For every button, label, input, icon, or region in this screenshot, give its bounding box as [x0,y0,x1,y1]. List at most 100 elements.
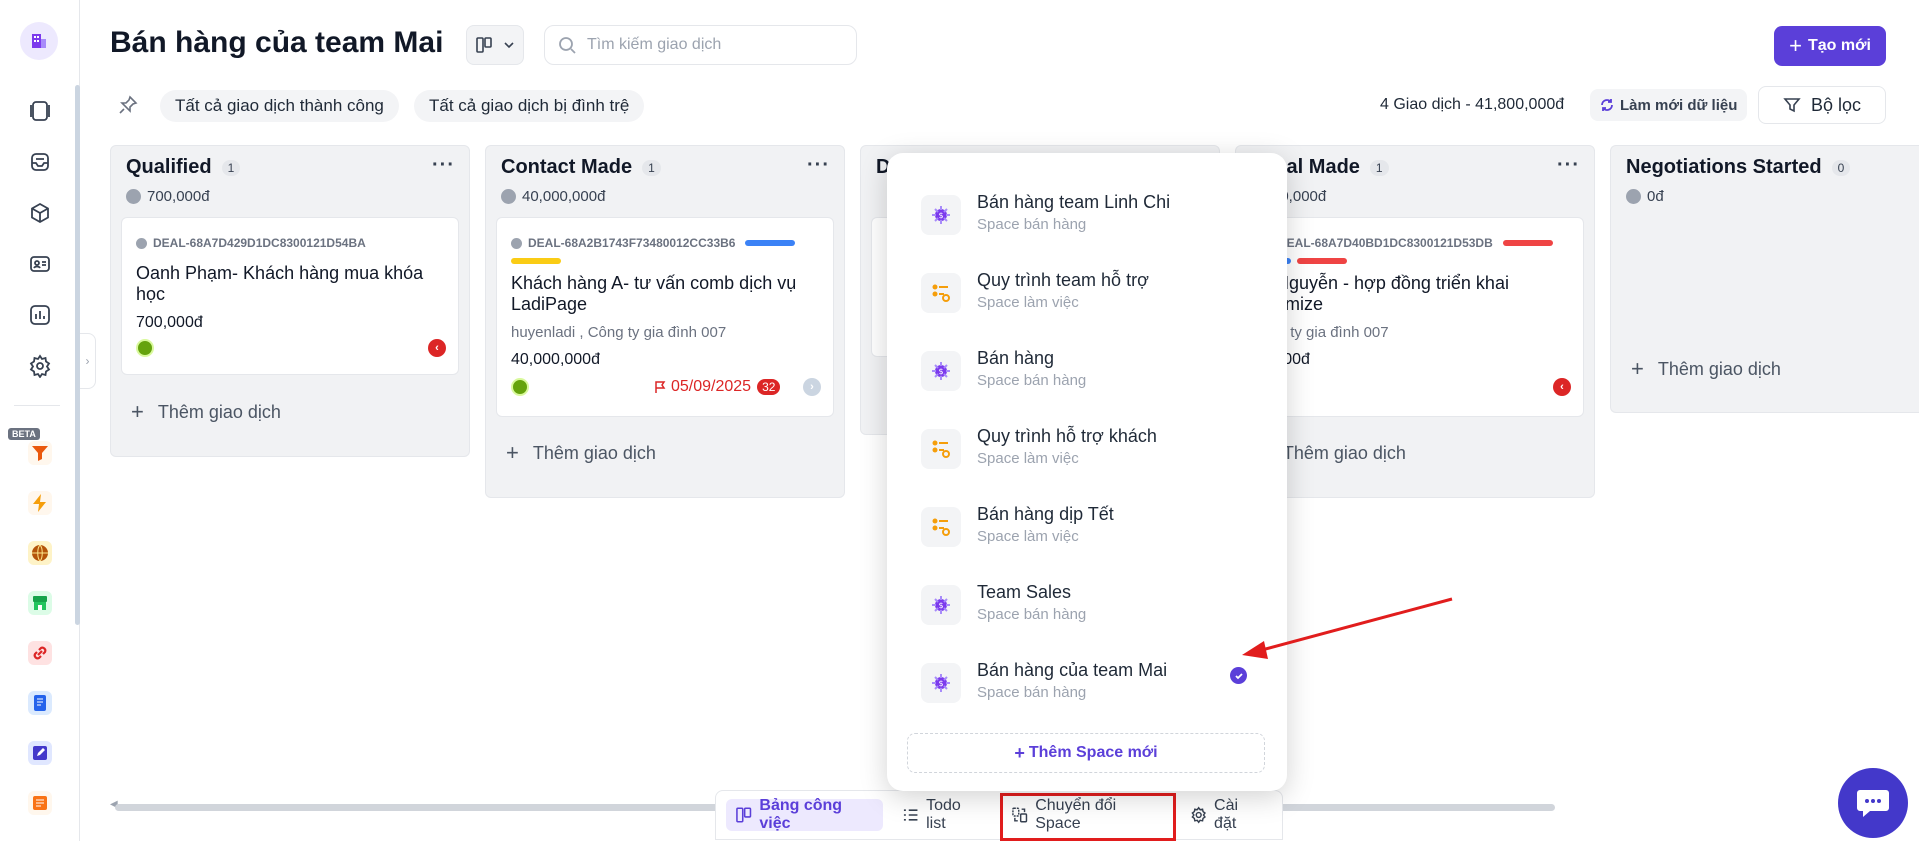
tag-bar [745,240,796,246]
settings-nav-icon[interactable] [24,350,56,382]
deal-card[interactable]: DEAL-68A7D40BD1DC8300121D53DB h Nguyễn -… [1246,217,1584,417]
board-view-button[interactable]: Bảng công việc [726,797,883,832]
column-count: 1 [642,159,661,176]
chat-icon [1857,790,1889,817]
space-item[interactable]: $ Team Sales Space bán hàng [921,578,1261,638]
column-count: 0 [1831,159,1851,176]
link-app-icon[interactable] [28,641,52,665]
contact-card-nav-icon[interactable] [24,248,56,280]
globe-app-icon[interactable] [28,541,52,565]
column-more-icon[interactable]: ··· [432,154,455,177]
edit-form-app-icon[interactable] [28,741,52,765]
add-deal-label: Thêm giao dịch [1657,358,1781,379]
due-date: 05/09/2025 32 [653,378,781,396]
deal-title: Khách hàng A- tư vấn comb dịch vụ LadiPa… [511,273,797,314]
tag-bar [1502,240,1553,246]
annotation-arrow-icon [1242,597,1453,659]
flag-icon [655,381,666,393]
space-type: Space bán hàng [977,216,1087,233]
create-new-button[interactable]: + Tạo mới [1774,26,1886,66]
coin-icon [126,189,141,204]
building-icon [32,34,46,48]
deal-id: DEAL-68A7D429D1DC8300121D54BA [153,236,366,250]
inbox-nav-icon[interactable] [24,146,56,178]
space-item-selected[interactable]: $ Bán hàng của team Mai Space bán hàng [921,656,1261,716]
space-item[interactable]: Bán hàng dịp Tết Space làm việc [921,500,1261,560]
page-title: Bán hàng của team Mai [110,26,444,59]
workspace-logo[interactable] [20,22,58,60]
pin-icon[interactable] [118,95,138,120]
space-name: Team Sales [977,582,1072,602]
add-space-label: Thêm Space mới [1028,744,1158,761]
status-dot [511,237,522,249]
settings-button[interactable]: Cài đặt [1181,797,1272,832]
refresh-data-button[interactable]: Làm mới dữ liệu [1590,89,1748,121]
chevron-right-icon[interactable]: › [803,378,821,396]
board-view-label: Bảng công việc [759,797,843,832]
space-name: Bán hàng dịp Tết [977,504,1114,524]
sales-space-icon: $ [921,195,961,235]
deal-contacts: huyenladi , Công ty gia đình 007 [511,324,727,341]
avatar [511,378,529,396]
column-more-icon[interactable]: ··· [807,154,830,177]
todo-list-button[interactable]: Todo list [893,797,992,832]
collapse-sidebar-button[interactable]: › [80,333,96,389]
board-view-icon [736,807,752,823]
view-switcher-button[interactable] [466,25,524,65]
space-name: Bán hàng của team Mai [977,660,1168,680]
space-item[interactable]: $ Bán hàng team Linh Chi Space bán hàng [921,188,1261,248]
column-total: 0đ [1626,188,1664,205]
plus-icon: + [506,440,519,465]
funnel-app-icon[interactable] [28,441,52,465]
report-nav-icon[interactable] [24,299,56,331]
workflow-space-icon [921,429,961,469]
add-space-button[interactable]: + Thêm Space mới [907,733,1265,773]
plus-icon: + [1789,33,1802,58]
space-item[interactable]: Quy trình team hỗ trợ Space làm việc [921,266,1261,326]
form-app-icon[interactable] [28,791,52,815]
deal-summary: 4 Giao dịch - 41,800,000đ [1380,96,1565,113]
chevron-left-icon[interactable]: ‹ [428,339,446,357]
document-app-icon[interactable] [28,691,52,715]
refresh-icon [1601,99,1613,111]
space-type: Space bán hàng [977,684,1087,701]
filter-button[interactable]: Bộ lọc [1758,86,1886,124]
filter-chip-success[interactable]: Tất cả giao dịch thành công [160,90,399,122]
chevron-left-icon[interactable]: ‹ [1553,378,1571,396]
space-item[interactable]: Quy trình hỗ trợ khách Space làm việc [921,422,1261,482]
plus-icon: + [1014,742,1025,763]
column-more-icon[interactable]: ··· [1557,154,1580,177]
add-deal-button[interactable]: + Thêm giao dịch [1631,356,1781,382]
deal-card[interactable]: DEAL-68A2B1743F73480012CC33B6 Khách hàng… [496,217,834,417]
column-title: Contact Made [501,156,633,178]
chat-support-button[interactable] [1838,768,1908,838]
search-box[interactable] [544,25,857,65]
add-deal-button[interactable]: + Thêm giao dịch [131,399,281,425]
chevron-right-icon: › [85,354,90,368]
flash-app-icon[interactable] [28,491,52,515]
plus-icon: + [1631,356,1644,381]
svg-text:$: $ [938,211,943,220]
store-app-icon[interactable] [28,591,52,615]
add-deal-label: Thêm giao dịch [157,401,281,422]
board-view-icon [476,37,492,53]
create-new-label: Tạo mới [1807,37,1871,54]
space-item[interactable]: $ Bán hàng Space bán hàng [921,344,1261,404]
filter-label: Bộ lọc [1810,94,1862,115]
package-nav-icon[interactable] [24,197,56,229]
coin-icon [501,189,516,204]
board-nav-icon[interactable] [24,95,56,127]
gear-icon [1191,806,1206,824]
coin-icon [1626,189,1641,204]
filter-chip-stalled[interactable]: Tất cả giao dịch bị đình trệ [414,90,645,122]
sales-space-icon: $ [921,663,961,703]
tag-bar [1297,258,1347,264]
space-type: Space làm việc [977,294,1079,311]
bottom-toolbar: Bảng công việc Todo list Chuyển đổi Spac… [715,790,1283,840]
deal-card[interactable]: DEAL-68A7D429D1DC8300121D54BA Oanh Phạm-… [121,217,459,375]
search-input[interactable] [587,36,837,54]
space-type: Space làm việc [977,528,1079,545]
deal-title: h Nguyễn - hợp đồng triển khai stomize [1261,273,1509,314]
space-type: Space làm việc [977,450,1079,467]
add-deal-button[interactable]: + Thêm giao dịch [506,440,656,466]
